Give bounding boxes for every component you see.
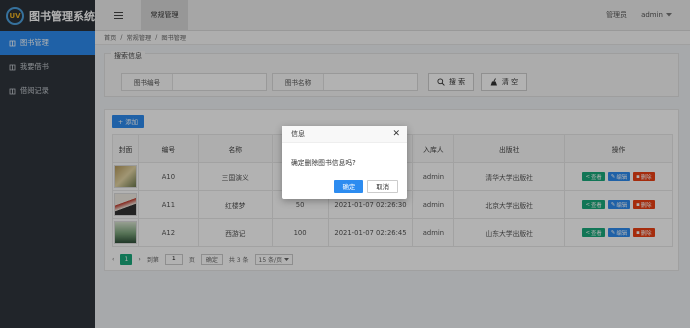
confirm-dialog: 信息 ✕ 确定删除图书信息吗? 确定 取消 [282,126,407,199]
close-icon[interactable]: ✕ [392,129,400,139]
dialog-message: 确定删除图书信息吗? [291,159,356,167]
dialog-header: 信息 ✕ [282,126,407,143]
confirm-button[interactable]: 确定 [334,180,364,193]
cancel-button[interactable]: 取消 [367,180,398,193]
dialog-title: 信息 [291,130,305,138]
dialog-footer: 确定 取消 [334,180,398,193]
